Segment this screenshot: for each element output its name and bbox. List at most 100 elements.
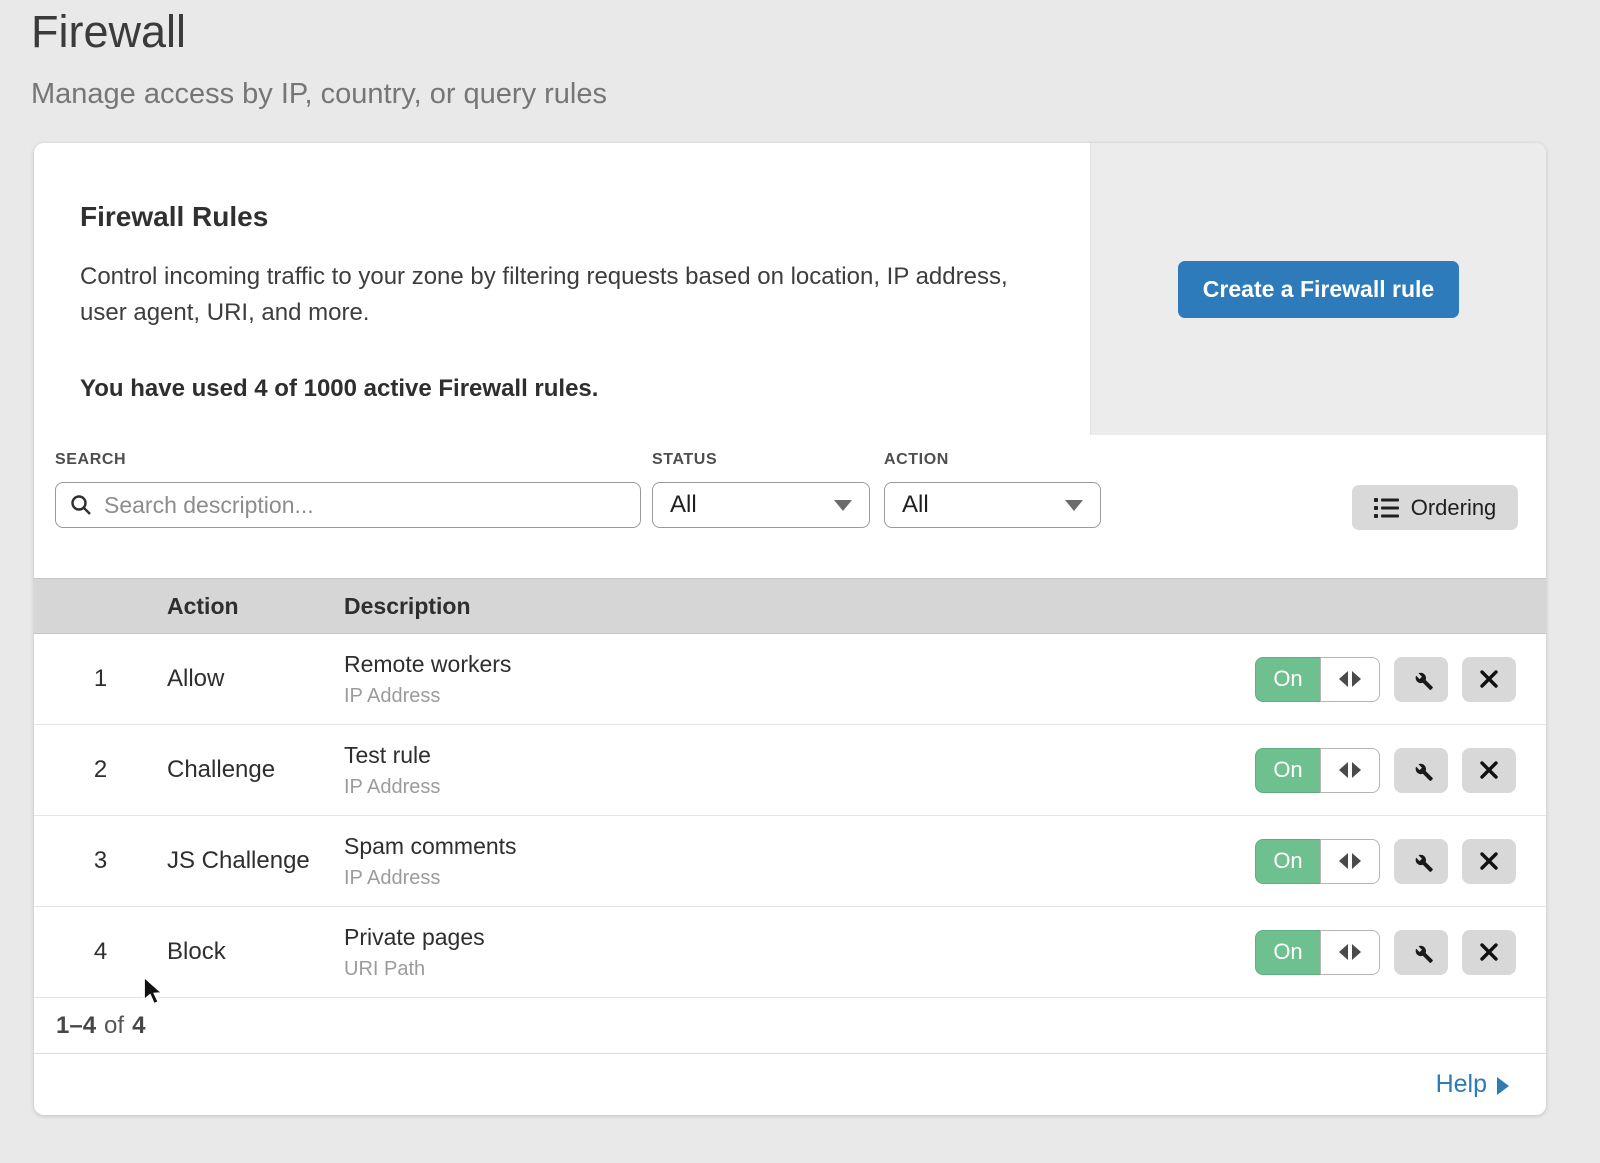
- search-label: SEARCH: [55, 451, 641, 469]
- toggle-on-segment[interactable]: On: [1255, 657, 1320, 702]
- pagination-of-label: of: [104, 1012, 124, 1040]
- search-input[interactable]: [102, 491, 627, 520]
- wrench-icon: [1408, 848, 1434, 874]
- toggle-state-label: On: [1273, 666, 1302, 692]
- delete-rule-button[interactable]: [1462, 930, 1516, 975]
- chevron-down-icon: [834, 500, 852, 511]
- rule-row: 1 Allow Remote workers IP Address On: [34, 634, 1546, 725]
- arrow-right-icon: [1497, 1077, 1509, 1095]
- x-icon: [1477, 758, 1501, 782]
- drag-arrows-icon: [1339, 762, 1348, 778]
- row-number: 4: [34, 938, 167, 966]
- search-icon: [69, 493, 93, 517]
- chevron-down-icon: [1065, 500, 1083, 511]
- row-number: 1: [34, 665, 167, 693]
- wrench-icon: [1408, 757, 1434, 783]
- status-select[interactable]: All: [652, 482, 870, 528]
- rules-card-description: Control incoming traffic to your zone by…: [80, 259, 1035, 332]
- search-filter-group: SEARCH: [55, 451, 641, 528]
- rules-summary-section: Firewall Rules Control incoming traffic …: [34, 143, 1546, 435]
- card-footer: Help: [34, 1054, 1546, 1115]
- header-description-column: Description: [344, 593, 1546, 620]
- toggle-state-label: On: [1273, 848, 1302, 874]
- row-match-type: IP Address: [344, 776, 1255, 799]
- ordering-button-label: Ordering: [1411, 495, 1497, 521]
- drag-arrows-icon: [1339, 944, 1348, 960]
- row-description: Private pages: [344, 924, 1255, 951]
- status-label: STATUS: [652, 451, 870, 469]
- status-filter-group: STATUS All: [652, 451, 870, 528]
- help-link-label: Help: [1436, 1070, 1487, 1099]
- edit-rule-button[interactable]: [1394, 930, 1448, 975]
- rules-summary-text: Firewall Rules Control incoming traffic …: [34, 143, 1090, 435]
- page-subtitle: Manage access by IP, country, or query r…: [31, 78, 607, 111]
- delete-rule-button[interactable]: [1462, 748, 1516, 793]
- action-selected-value: All: [902, 491, 929, 519]
- create-firewall-rule-button[interactable]: Create a Firewall rule: [1178, 261, 1459, 318]
- create-rule-panel: Create a Firewall rule: [1090, 143, 1546, 435]
- row-number: 3: [34, 847, 167, 875]
- toggle-on-segment[interactable]: On: [1255, 748, 1320, 793]
- row-description: Spam comments: [344, 833, 1255, 860]
- action-select[interactable]: All: [884, 482, 1101, 528]
- rule-row: 3 JS Challenge Spam comments IP Address …: [34, 816, 1546, 907]
- firewall-rules-card: Firewall Rules Control incoming traffic …: [34, 143, 1546, 1115]
- action-label: ACTION: [884, 451, 1101, 469]
- delete-rule-button[interactable]: [1462, 839, 1516, 884]
- row-controls: On: [1255, 930, 1516, 975]
- wrench-icon: [1408, 666, 1434, 692]
- drag-arrows-icon: [1339, 671, 1348, 687]
- rule-enabled-toggle[interactable]: On: [1255, 748, 1380, 793]
- x-icon: [1477, 940, 1501, 964]
- rules-usage-note: You have used 4 of 1000 active Firewall …: [80, 375, 1044, 403]
- edit-rule-button[interactable]: [1394, 748, 1448, 793]
- header-action-column: Action: [167, 593, 344, 620]
- row-action: Challenge: [167, 756, 344, 784]
- toggle-drag-handle[interactable]: [1320, 657, 1380, 702]
- rules-table-body: 1 Allow Remote workers IP Address On: [34, 634, 1546, 998]
- rules-table-header: Action Description: [34, 578, 1546, 634]
- toggle-drag-handle[interactable]: [1320, 839, 1380, 884]
- row-description-cell: Private pages URI Path: [344, 924, 1255, 981]
- rule-row: 2 Challenge Test rule IP Address On: [34, 725, 1546, 816]
- toggle-on-segment[interactable]: On: [1255, 839, 1320, 884]
- row-action: Allow: [167, 665, 344, 693]
- toggle-state-label: On: [1273, 939, 1302, 965]
- drag-arrows-icon: [1352, 853, 1361, 869]
- drag-arrows-icon: [1339, 853, 1348, 869]
- pagination-range: 1–4: [56, 1012, 96, 1040]
- row-controls: On: [1255, 657, 1516, 702]
- page-title: Firewall: [31, 6, 186, 58]
- filter-bar: SEARCH STATUS All ACTION All: [34, 435, 1546, 578]
- action-filter-group: ACTION All: [884, 451, 1101, 528]
- row-action: Block: [167, 938, 344, 966]
- ordering-button[interactable]: Ordering: [1352, 485, 1518, 530]
- row-match-type: IP Address: [344, 685, 1255, 708]
- pagination-total: 4: [132, 1012, 145, 1040]
- toggle-drag-handle[interactable]: [1320, 930, 1380, 975]
- row-description-cell: Spam comments IP Address: [344, 833, 1255, 890]
- status-selected-value: All: [670, 491, 697, 519]
- edit-rule-button[interactable]: [1394, 657, 1448, 702]
- row-number: 2: [34, 756, 167, 784]
- drag-arrows-icon: [1352, 944, 1361, 960]
- row-match-type: URI Path: [344, 958, 1255, 981]
- rule-enabled-toggle[interactable]: On: [1255, 930, 1380, 975]
- row-description: Remote workers: [344, 651, 1255, 678]
- toggle-drag-handle[interactable]: [1320, 748, 1380, 793]
- row-description: Test rule: [344, 742, 1255, 769]
- x-icon: [1477, 667, 1501, 691]
- help-link[interactable]: Help: [1436, 1070, 1509, 1099]
- row-action: JS Challenge: [167, 847, 344, 875]
- drag-arrows-icon: [1352, 762, 1361, 778]
- pagination: 1–4 of 4: [34, 998, 1546, 1054]
- rule-enabled-toggle[interactable]: On: [1255, 839, 1380, 884]
- rule-enabled-toggle[interactable]: On: [1255, 657, 1380, 702]
- toggle-on-segment[interactable]: On: [1255, 930, 1320, 975]
- x-icon: [1477, 849, 1501, 873]
- toggle-state-label: On: [1273, 757, 1302, 783]
- row-controls: On: [1255, 839, 1516, 884]
- delete-rule-button[interactable]: [1462, 657, 1516, 702]
- edit-rule-button[interactable]: [1394, 839, 1448, 884]
- row-description-cell: Remote workers IP Address: [344, 651, 1255, 708]
